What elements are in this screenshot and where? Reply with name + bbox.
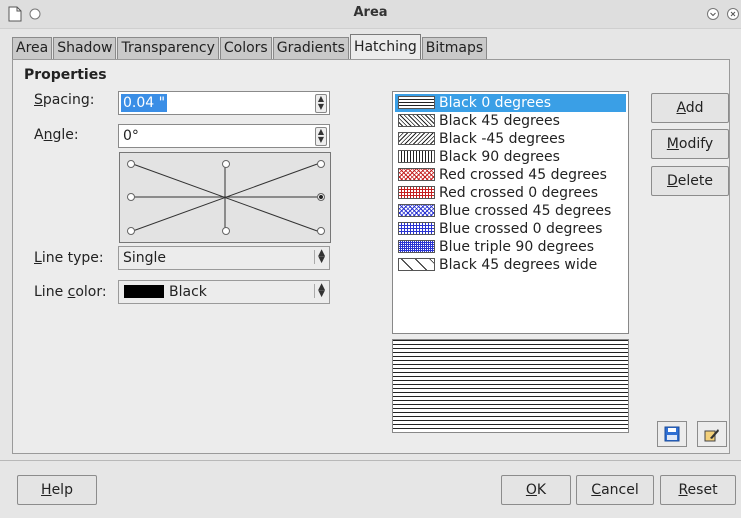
list-item-label: Blue crossed 45 degrees xyxy=(439,203,612,219)
hatch-minus45-icon xyxy=(398,132,435,145)
angle-preset-bottom[interactable] xyxy=(222,227,230,235)
tab-transparency[interactable]: Transparency xyxy=(117,37,219,59)
chevron-updown-icon: ▲ ▼ xyxy=(314,249,325,265)
list-item-label: Black 45 degrees xyxy=(439,113,560,129)
tab-bitmaps[interactable]: Bitmaps xyxy=(421,37,488,59)
footer-separator xyxy=(0,460,741,461)
angle-preset-control[interactable] xyxy=(119,152,331,243)
hatch-horizontal-icon xyxy=(398,96,435,109)
list-item-label: Black 45 degrees wide xyxy=(439,257,598,273)
tab-bar: Area Shadow Transparency Colors Gradient… xyxy=(12,34,488,59)
list-item[interactable]: Black 0 degrees xyxy=(395,94,626,112)
hatch-preview xyxy=(392,339,629,433)
spacing-spinbox[interactable]: 0.04 " ▲ ▼ xyxy=(118,91,330,115)
tab-shadow[interactable]: Shadow xyxy=(53,37,117,59)
cancel-button[interactable]: Cancel xyxy=(576,475,654,505)
list-item[interactable]: Red crossed 0 degrees xyxy=(395,184,626,202)
help-button[interactable]: Help xyxy=(17,475,97,505)
line-type-value: Single xyxy=(123,250,167,266)
list-item[interactable]: Black -45 degrees xyxy=(395,130,626,148)
spacing-label: Spacing: xyxy=(34,92,95,108)
save-hatch-button[interactable] xyxy=(657,421,687,447)
angle-preset-right[interactable] xyxy=(317,193,325,201)
list-item-label: Red crossed 45 degrees xyxy=(439,167,607,183)
angle-preset-top-right[interactable] xyxy=(317,160,325,168)
angle-preset-bottom-right[interactable] xyxy=(317,227,325,235)
hatch-vertical-icon xyxy=(398,150,435,163)
line-type-select[interactable]: Single ▲ ▼ xyxy=(118,246,330,270)
line-color-value: Black xyxy=(169,284,207,300)
list-item-label: Blue triple 90 degrees xyxy=(439,239,595,255)
hatch-blue-crossed-45-icon xyxy=(398,204,435,217)
angle-preset-left[interactable] xyxy=(127,193,135,201)
angle-value[interactable]: 0° xyxy=(121,127,141,145)
delete-button[interactable]: Delete xyxy=(651,166,729,196)
list-item[interactable]: Red crossed 45 degrees xyxy=(395,166,626,184)
hatch-45-wide-icon xyxy=(398,258,435,271)
ok-button[interactable]: OK xyxy=(501,475,571,505)
list-item-label: Blue crossed 0 degrees xyxy=(439,221,603,237)
tab-gradients[interactable]: Gradients xyxy=(272,37,349,59)
line-color-select[interactable]: Black ▲ ▼ xyxy=(118,280,330,304)
hatch-red-crossed-0-icon xyxy=(398,186,435,199)
hatch-list[interactable]: Black 0 degrees Black 45 degrees Black -… xyxy=(392,91,629,334)
load-hatch-button[interactable] xyxy=(697,421,727,447)
hatch-red-crossed-45-icon xyxy=(398,168,435,181)
angle-preset-bottom-left[interactable] xyxy=(127,227,135,235)
list-item-label: Black -45 degrees xyxy=(439,131,565,147)
tab-colors[interactable]: Colors xyxy=(219,37,272,59)
angle-label: Angle: xyxy=(34,127,79,143)
line-color-label: Line color: xyxy=(34,284,107,300)
edit-icon xyxy=(704,429,719,442)
list-item-label: Black 0 degrees xyxy=(439,95,552,111)
close-icon[interactable] xyxy=(724,5,741,23)
save-icon xyxy=(664,426,680,442)
modify-button[interactable]: Modify xyxy=(651,129,729,159)
hatch-45-icon xyxy=(398,114,435,127)
list-item[interactable]: Black 45 degrees wide xyxy=(395,256,626,274)
list-item[interactable]: Blue crossed 0 degrees xyxy=(395,220,626,238)
angle-preset-top[interactable] xyxy=(222,160,230,168)
chevron-updown-icon: ▲ ▼ xyxy=(314,283,325,299)
tab-area[interactable]: Area xyxy=(12,37,53,59)
properties-heading: Properties xyxy=(24,67,107,83)
angle-stepper[interactable]: ▲ ▼ xyxy=(315,127,327,146)
add-button[interactable]: Add xyxy=(651,93,729,123)
list-item[interactable]: Blue crossed 45 degrees xyxy=(395,202,626,220)
color-swatch xyxy=(124,285,164,298)
spacing-stepper[interactable]: ▲ ▼ xyxy=(315,94,327,113)
angle-preset-top-left[interactable] xyxy=(127,160,135,168)
reset-button[interactable]: Reset xyxy=(660,475,736,505)
hatch-blue-crossed-0-icon xyxy=(398,222,435,235)
list-item[interactable]: Black 90 degrees xyxy=(395,148,626,166)
tab-hatching[interactable]: Hatching xyxy=(349,34,421,59)
line-type-label: Line type: xyxy=(34,250,104,266)
list-item[interactable]: Black 45 degrees xyxy=(395,112,626,130)
angle-spinbox[interactable]: 0° ▲ ▼ xyxy=(118,124,330,148)
list-item[interactable]: Blue triple 90 degrees xyxy=(395,238,626,256)
window-title: Area xyxy=(353,5,388,20)
hatch-blue-triple-icon xyxy=(398,240,435,253)
spacing-value[interactable]: 0.04 " xyxy=(121,94,168,112)
minimize-icon[interactable] xyxy=(704,5,722,23)
list-item-label: Red crossed 0 degrees xyxy=(439,185,599,201)
list-item-label: Black 90 degrees xyxy=(439,149,560,165)
